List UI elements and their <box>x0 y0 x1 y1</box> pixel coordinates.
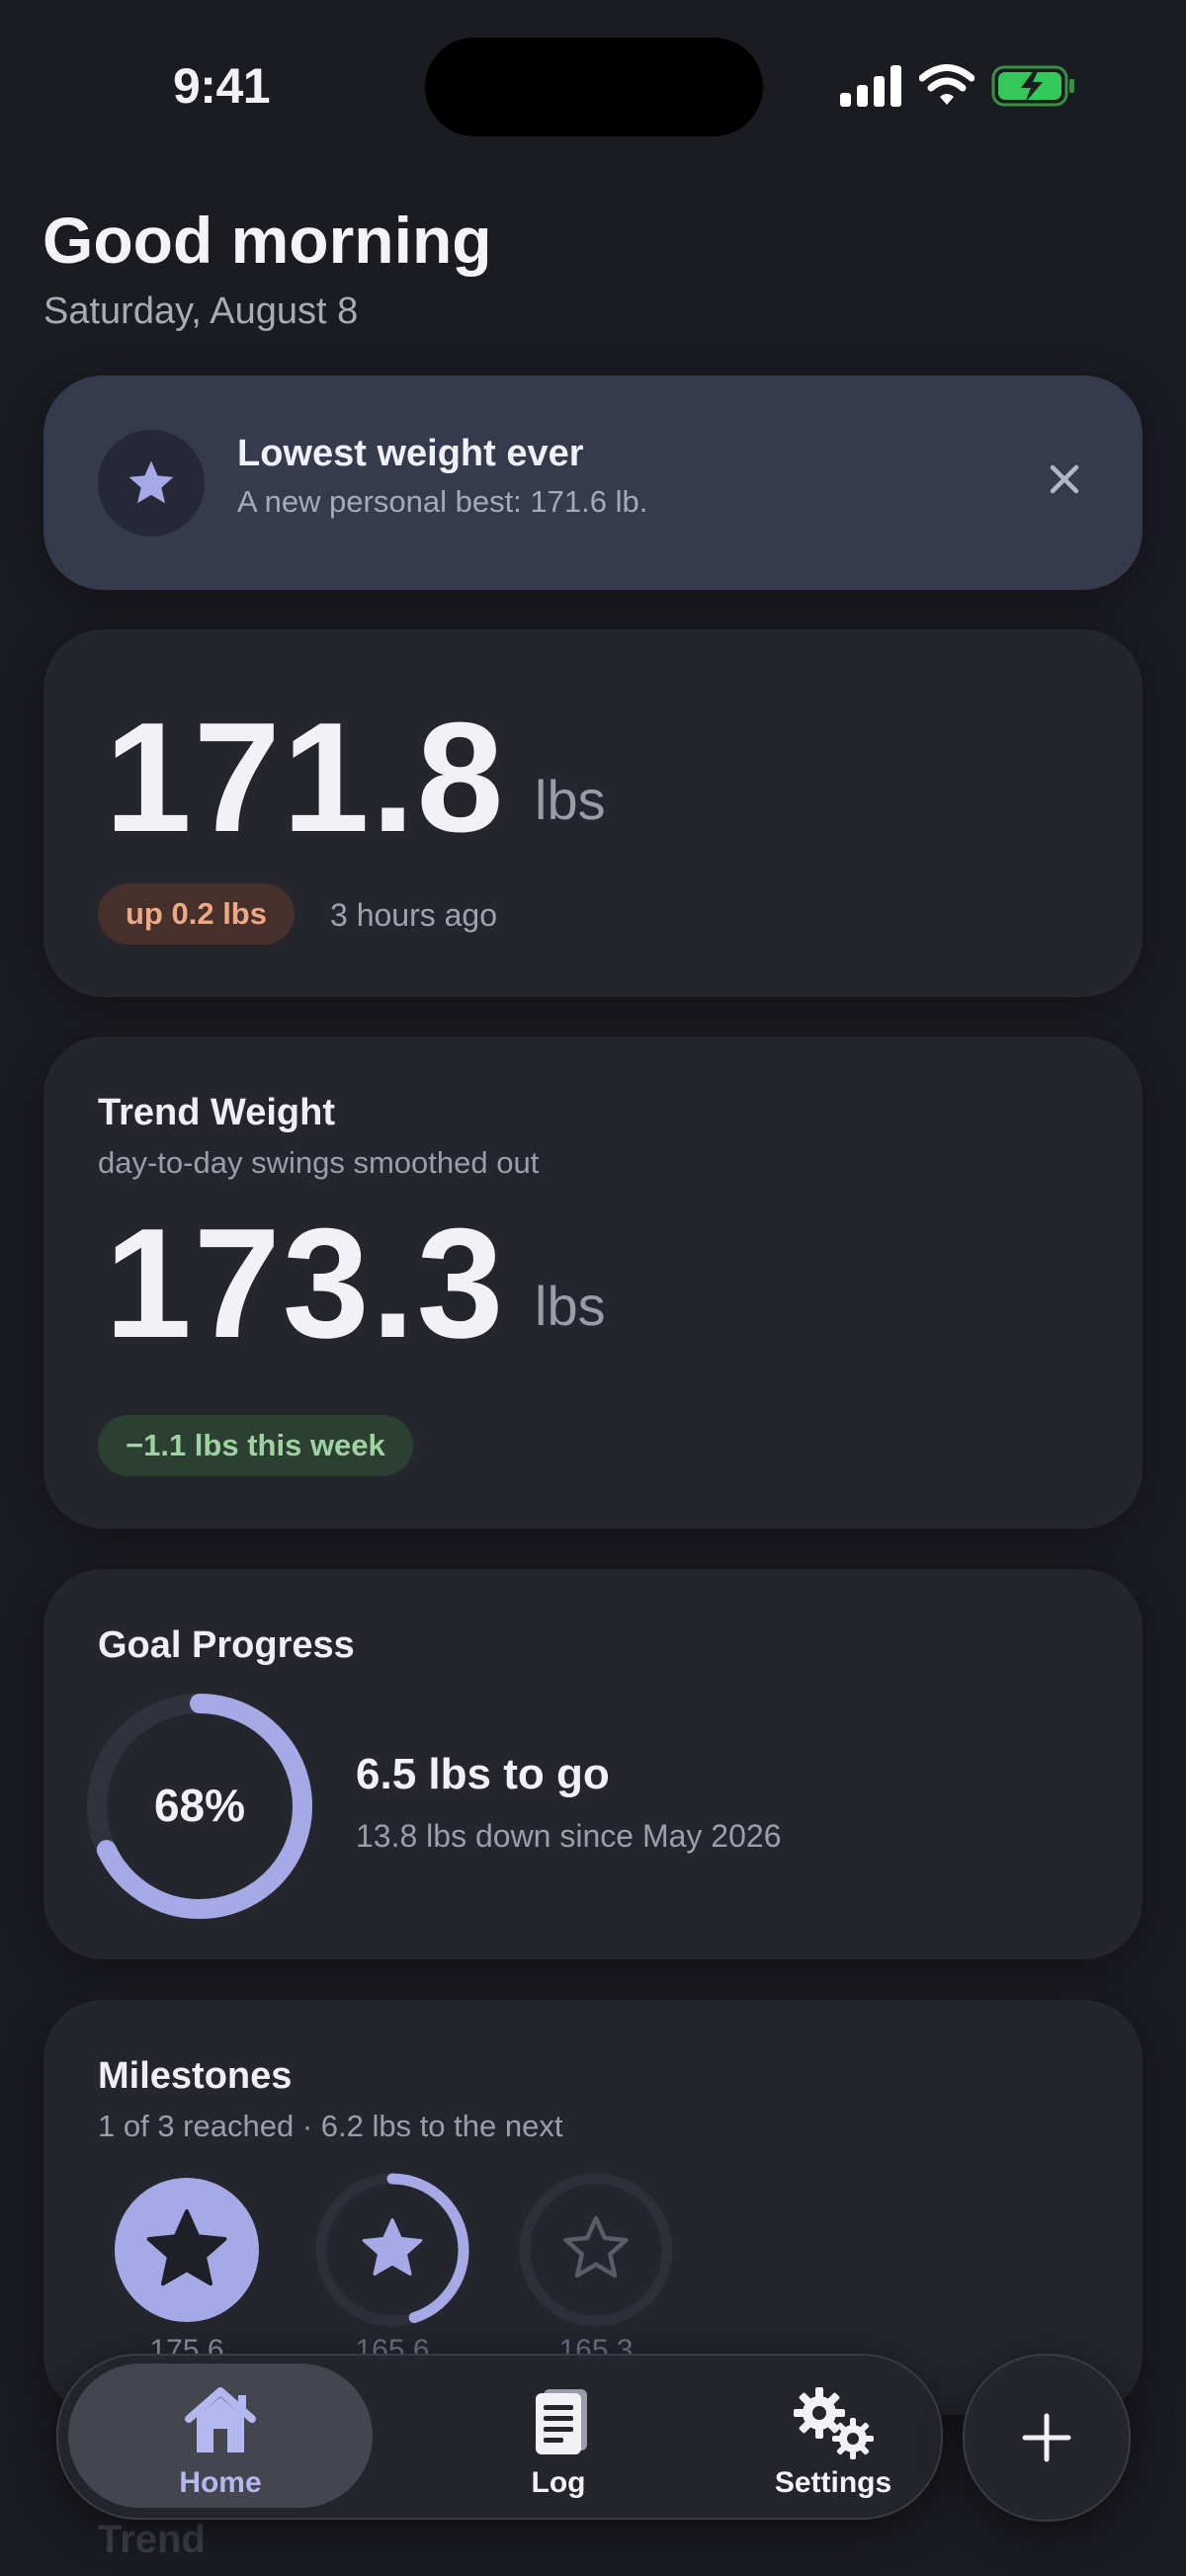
tab-log[interactable]: Log <box>426 2364 691 2508</box>
tab-log-label: Log <box>531 2466 586 2499</box>
trend-weight-subtitle: day-to-day swings smoothed out <box>98 1145 540 1180</box>
star-icon <box>362 2218 423 2276</box>
current-weight-card[interactable]: 171.8 lbs up 0.2 lbs 3 hours ago <box>43 629 1143 997</box>
weight-change-badge: up 0.2 lbs <box>98 883 295 945</box>
plus-icon <box>1022 2413 1071 2462</box>
trend-weight-value: 173.3 <box>105 1197 506 1371</box>
date-subtitle: Saturday, August 8 <box>43 291 359 332</box>
current-weight-value: 171.8 <box>105 691 506 865</box>
battery-charging-icon <box>991 65 1074 107</box>
add-entry-button[interactable] <box>963 2354 1131 2522</box>
notebook-icon <box>536 2389 587 2454</box>
banner-subtitle: A new personal best: 171.6 lb. <box>237 484 648 519</box>
greeting-title: Good morning <box>42 204 492 277</box>
milestones-title: Milestones <box>98 2055 293 2097</box>
goal-progress-card[interactable]: Goal Progress 68% 6.5 lbs to go 13.8 lbs… <box>43 1569 1143 1959</box>
home-icon <box>185 2387 256 2452</box>
trend-weight-card[interactable]: Trend Weight day-to-day swings smoothed … <box>43 1037 1143 1529</box>
milestone-item[interactable] <box>115 2178 259 2322</box>
status-time: 9:41 <box>173 58 271 114</box>
milestone-item[interactable] <box>516 2170 676 2330</box>
current-weight-unit: lbs <box>535 769 606 831</box>
weekly-change-badge: −1.1 lbs this week <box>98 1415 413 1476</box>
milestone-item[interactable] <box>312 2170 472 2330</box>
wifi-icon <box>919 64 974 105</box>
last-updated-text: 3 hours ago <box>330 897 498 933</box>
close-icon[interactable] <box>1032 447 1097 512</box>
star-icon <box>98 430 205 537</box>
milestones-card[interactable]: Milestones 1 of 3 reached · 6.2 lbs to t… <box>43 2000 1143 2415</box>
gear-icon <box>794 2387 874 2459</box>
banner-title: Lowest weight ever <box>237 433 584 474</box>
trend-weight-title: Trend Weight <box>98 1092 335 1133</box>
goal-progress-title: Goal Progress <box>98 1624 355 1666</box>
goal-percent-label: 68% <box>153 1780 246 1831</box>
tab-home[interactable]: Home <box>68 2364 373 2508</box>
star-outline-icon <box>563 2215 629 2279</box>
achievement-banner[interactable]: Lowest weight ever A new personal best: … <box>43 375 1143 590</box>
trend-section-title: Trend <box>98 2518 206 2561</box>
cellular-signal-icon <box>840 65 901 107</box>
goal-remaining-text: 6.5 lbs to go <box>356 1750 610 1798</box>
goal-since-text: 13.8 lbs down since May 2026 <box>356 1818 782 1854</box>
tab-home-label: Home <box>179 2466 262 2499</box>
tab-bar: Home Log Settings <box>56 2354 943 2520</box>
star-icon <box>146 2209 227 2286</box>
tab-settings-label: Settings <box>774 2466 892 2499</box>
milestones-subtitle: 1 of 3 reached · 6.2 lbs to the next <box>98 2109 563 2143</box>
trend-weight-unit: lbs <box>535 1275 606 1337</box>
dynamic-island <box>425 38 763 136</box>
tab-settings[interactable]: Settings <box>701 2364 966 2508</box>
